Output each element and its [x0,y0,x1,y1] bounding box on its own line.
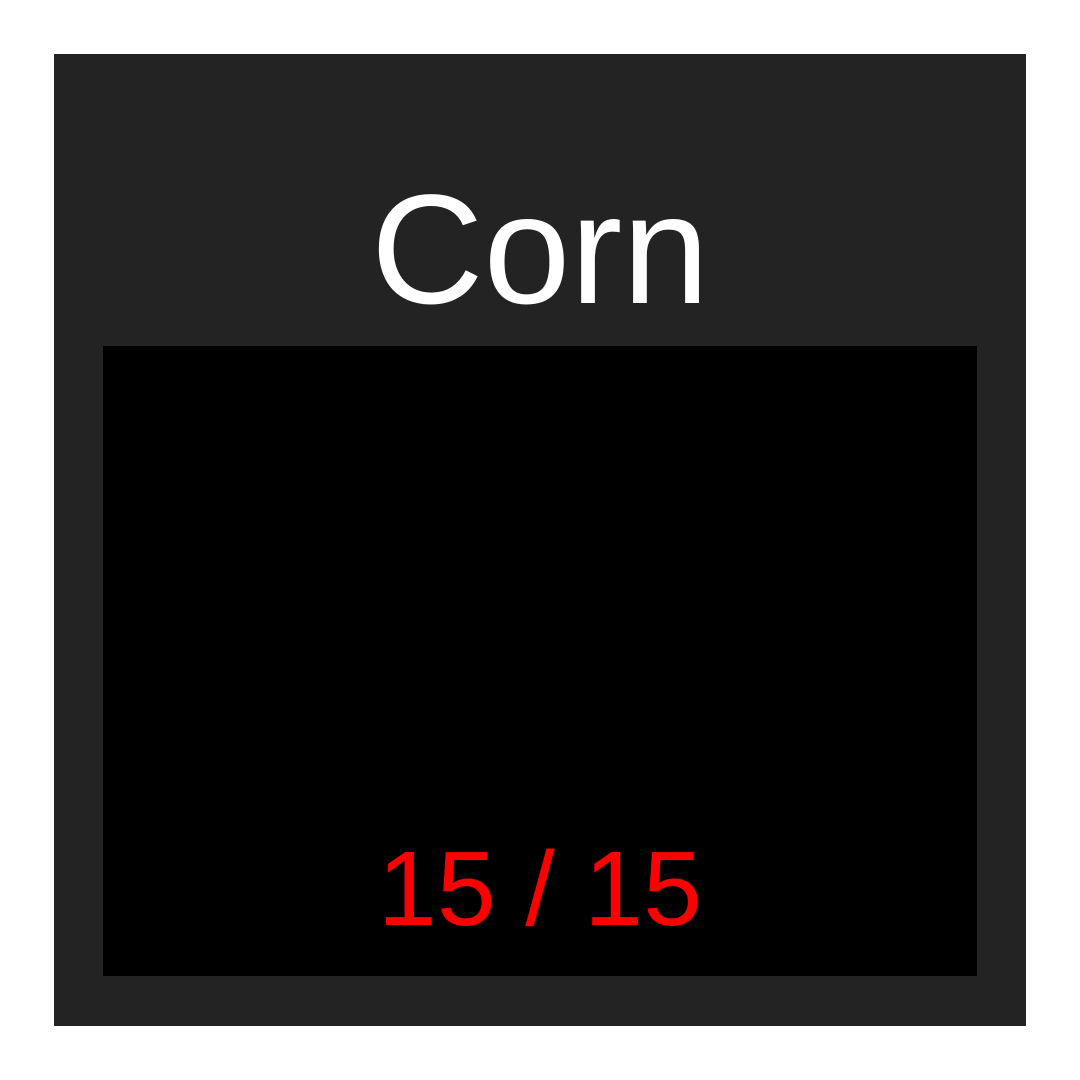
game-card: Corn 15 / 15 [54,54,1026,1026]
display-screen[interactable]: 15 / 15 [103,346,977,976]
item-title: Corn [370,163,710,337]
progress-counter: 15 / 15 [377,830,703,948]
